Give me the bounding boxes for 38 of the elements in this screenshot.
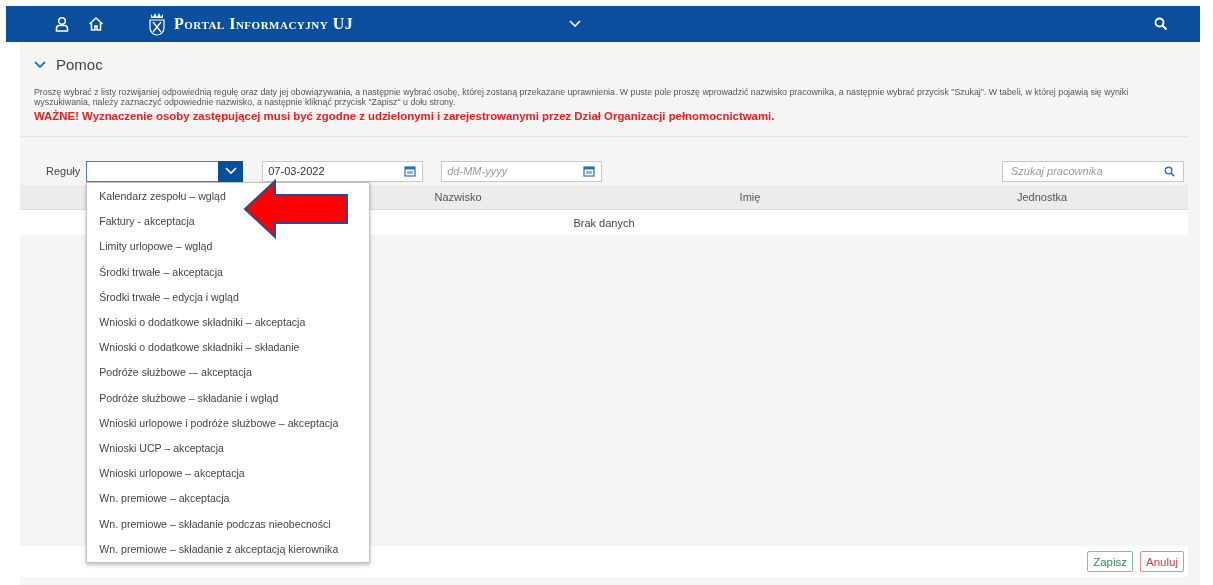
home-icon[interactable] bbox=[88, 16, 104, 32]
chevron-down-icon[interactable] bbox=[34, 60, 46, 69]
save-button[interactable]: Zapisz bbox=[1087, 551, 1134, 572]
dropdown-option[interactable]: Wn. premiowe – akceptacja bbox=[87, 485, 370, 511]
dropdown-option[interactable]: Wnioski o dodatkowe składniki – składanie bbox=[87, 334, 370, 360]
dropdown-button[interactable] bbox=[218, 160, 244, 182]
column-header[interactable]: Imię bbox=[739, 191, 761, 203]
rules-select[interactable] bbox=[86, 160, 219, 182]
dropdown-option[interactable]: Podróże służbowe – składanie i wgląd bbox=[87, 385, 370, 411]
crest-icon bbox=[148, 11, 166, 37]
cancel-button[interactable]: Anuluj bbox=[1140, 551, 1184, 572]
date-from-field[interactable]: 07-03-2022 bbox=[262, 160, 424, 182]
warning-text: WAŻNE! Wyznaczenie osoby zastępującej musi być zgodne z udzielonymi i zarejestrowanymi przez Dział Organizacji pełnomocnictwami. bbox=[34, 110, 776, 122]
dropdown-option[interactable]: Wnioski o dodatkowe składniki – akceptacja bbox=[87, 309, 370, 335]
empty-message: Brak danych bbox=[573, 216, 635, 229]
calendar-icon[interactable] bbox=[583, 165, 596, 177]
column-header[interactable]: Jednostka bbox=[1016, 191, 1068, 203]
dropdown-option[interactable]: Limity urlopowe – wgląd bbox=[87, 233, 370, 260]
portal-title: Portal Informacyjny UJ bbox=[174, 15, 354, 33]
dropdown-option[interactable]: Środki trwałe – edycja i wgląd bbox=[87, 284, 370, 310]
dropdown-option[interactable]: Faktury - akceptacja bbox=[87, 208, 370, 234]
dropdown-option[interactable]: Wn. premiowe – składanie z akceptacją kierownika bbox=[87, 536, 370, 562]
dropdown-option[interactable]: Wnioski urlopowe i podróże służbowe – akceptacja bbox=[87, 410, 370, 436]
help-text: Proszę wybrać z listy rozwijaniej odpowiednią regułę oraz daty jej obowiązywania, a następnie wybrać osobę, której zostaną przekazane uprawnienia. W puste pole proszę wprowadzić nazwisko pracownika, a następnie wybrać przycisk "Szukaj". W tabeli, w której pojawią się wyniki wyszukiwania, należy zaznaczyć odpowiednie nazwisko, a następnie kliknąć przycisk "Zapisz" u dołu strony. bbox=[34, 87, 1130, 107]
user-icon[interactable] bbox=[54, 16, 70, 32]
dropdown-option[interactable]: Wnioski UCP – akceptacja bbox=[87, 435, 370, 461]
search-icon[interactable] bbox=[1154, 17, 1168, 31]
chevron-down-icon bbox=[224, 167, 237, 175]
rules-label: Reguły bbox=[46, 165, 81, 177]
calendar-icon[interactable] bbox=[404, 165, 417, 177]
help-title[interactable]: Pomoc bbox=[56, 56, 103, 73]
dropdown-option[interactable]: Kalendarz zespołu – wgląd bbox=[87, 183, 370, 209]
dropdown-option[interactable]: Środki trwałe – akceptacja bbox=[87, 259, 370, 285]
search-icon[interactable] bbox=[1164, 165, 1175, 177]
dropdown-option[interactable]: Wn. premiowe – składanie podczas nieobecności bbox=[87, 510, 370, 537]
column-header[interactable]: Nazwisko bbox=[434, 191, 482, 203]
dropdown-option[interactable]: Wnioski urlopowe – akceptacja bbox=[87, 460, 370, 486]
dropdown-option[interactable]: Podróże służbowe -– akceptacja bbox=[87, 359, 370, 385]
